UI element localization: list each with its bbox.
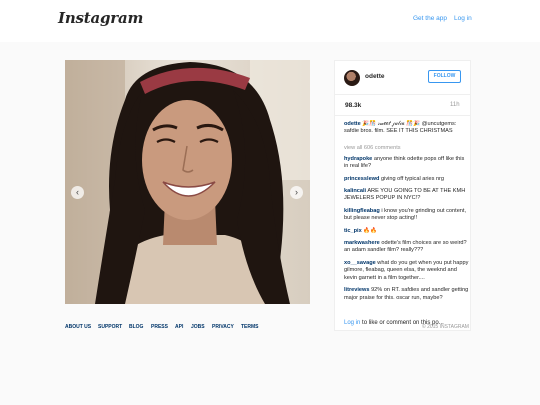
get-app-link[interactable]: Get the app [413, 15, 447, 22]
post-sidebar: odette FOLLOW 98.3k 11h odette 🎉🎊 𝓈𝓌𝑒𝑒𝓉 … [334, 60, 471, 331]
comment-username[interactable]: killingfleabag [344, 208, 380, 214]
view-all-comments-link[interactable]: view all 606 comments [344, 145, 470, 151]
login-to-comment-link[interactable]: Log in [344, 320, 360, 326]
comment-username[interactable]: xo__savage [344, 260, 376, 266]
top-bar: Instagram Get the app Log in [0, 0, 540, 42]
chevron-left-icon[interactable]: ‹ [71, 186, 84, 199]
post-header: odette FOLLOW [335, 61, 470, 95]
comment-item: tic_pix 🔥🔥 [344, 228, 470, 235]
comment-username[interactable]: princesslewd [344, 176, 379, 182]
footer-link[interactable]: ABOUT US [65, 324, 91, 330]
comment-item: hydrapoke anyone think odette pops off l… [344, 156, 470, 171]
comment-username[interactable]: markwashere [344, 240, 380, 246]
comment-username[interactable]: litreviews [344, 287, 370, 293]
comment-item: princesslewd giving off typical aries nr… [344, 176, 470, 183]
likes-count: 98.3k [345, 102, 362, 109]
footer-link[interactable]: PRESS [151, 324, 168, 330]
caption-username[interactable]: odette [344, 121, 361, 127]
post-age: 11h [450, 102, 460, 108]
comment-text: giving off typical aries nrg [381, 175, 445, 182]
post-username[interactable]: odette [365, 73, 385, 80]
post-stats: 98.3k 11h [335, 95, 470, 116]
footer-link[interactable]: PRIVACY [212, 324, 234, 330]
caption-text: 🎉🎊 𝓈𝓌𝑒𝑒𝓉 𝒿𝓊𝓁𝒾𝒶 🎊🎉 @uncutgems: safdie bro… [344, 121, 457, 135]
comments-list: odette 🎉🎊 𝓈𝓌𝑒𝑒𝓉 𝒿𝓊𝓁𝒾𝒶 🎊🎉 @uncutgems: saf… [344, 121, 470, 307]
footer-link[interactable]: SUPPORT [98, 324, 122, 330]
comment-text: 🔥🔥 [363, 227, 378, 234]
instagram-logo[interactable]: Instagram [58, 9, 143, 27]
footer-link[interactable]: TERMS [241, 324, 259, 330]
comment-username[interactable]: hydrapoke [344, 156, 372, 162]
comment-item: killingfleabag i know you're grinding ou… [344, 208, 470, 223]
comment-username[interactable]: kalincali [344, 188, 366, 194]
copyright: © 2015 INSTAGRAM [422, 324, 469, 330]
comment-item: xo__savage what do you get when you put … [344, 260, 470, 282]
comment-item: markwashere odette's film choices are so… [344, 240, 470, 255]
comment-item: litreviews 92% on RT. safdies and sandle… [344, 287, 470, 302]
login-link[interactable]: Log in [454, 15, 472, 22]
avatar[interactable] [344, 70, 360, 86]
footer-link[interactable]: BLOG [129, 324, 143, 330]
comment-item: kalincali ARE YOU GOING TO BE AT THE KMH… [344, 188, 470, 203]
post-caption: odette 🎉🎊 𝓈𝓌𝑒𝑒𝓉 𝒿𝓊𝓁𝒾𝒶 🎊🎉 @uncutgems: saf… [344, 121, 470, 136]
chevron-right-icon[interactable]: › [290, 186, 303, 199]
post-photo[interactable] [65, 60, 310, 304]
comment-username[interactable]: tic_pix [344, 228, 362, 234]
footer-link[interactable]: JOBS [191, 324, 205, 330]
footer-link[interactable]: API [175, 324, 183, 330]
follow-button[interactable]: FOLLOW [428, 70, 461, 83]
